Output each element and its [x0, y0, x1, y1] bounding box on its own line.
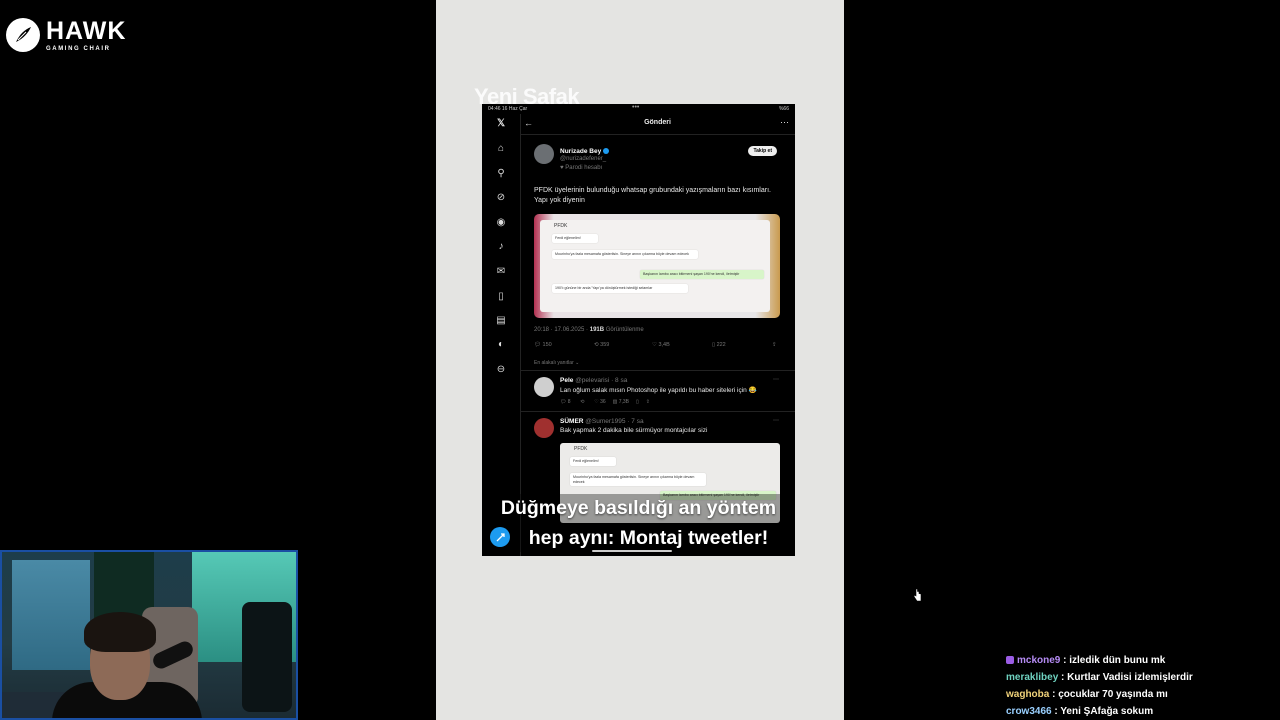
views-button[interactable]: ▥ 7,3B — [613, 399, 629, 405]
more-circle-icon[interactable]: ⊖ — [495, 364, 507, 376]
status-bar: 04:46 16 Haz Çar ••• %66 — [482, 104, 795, 114]
reply-actions: 💬︎ 8 ⟲ ♡ 36 ▥ 7,3B ▯ ⇪ — [560, 399, 760, 405]
author-handle[interactable]: @nurizadefener_ — [560, 156, 606, 162]
reply-button[interactable]: 💬︎ 8 — [560, 399, 571, 405]
profile-icon[interactable]: ◐ — [495, 339, 507, 351]
home-indicator — [592, 550, 672, 552]
list-icon[interactable]: ▤ — [495, 315, 507, 327]
mail-icon[interactable]: ✉ — [495, 266, 507, 278]
tweet-text: PFDK üyelerinin bulunduğu whatsap grubun… — [534, 187, 771, 204]
replies-sort[interactable]: En alakalı yanıtlar ⌄ — [534, 360, 579, 366]
chat-username[interactable]: waghoba — [1006, 689, 1049, 700]
chat-group-title: PFDK — [554, 223, 568, 229]
share-icon[interactable]: ⇪ — [646, 399, 650, 405]
webcam-feed — [0, 550, 298, 720]
hand-cursor-icon — [913, 588, 922, 602]
reply-text: Bak yapmak 2 dakika bile sürmüyor montaj… — [560, 427, 708, 434]
video-panel: Yeni Şafak 04:46 16 Haz Çar ••• %66 𝕏 ⌂ … — [436, 0, 844, 720]
like-button[interactable]: ♡ 36 — [594, 399, 605, 405]
chat-message: Ferdi eğlenelim! — [570, 457, 616, 466]
share-icon[interactable]: ⇪ — [772, 342, 777, 348]
reply-avatar[interactable] — [534, 377, 554, 397]
compose-icon[interactable] — [490, 527, 510, 547]
brand-subtitle: GAMING CHAIR — [46, 45, 111, 52]
search-icon[interactable]: ⚲ — [495, 168, 507, 180]
more-icon[interactable]: ⋯ — [773, 376, 779, 383]
post-header: ← Gönderi ⋯ — [520, 114, 795, 135]
status-dots: ••• — [632, 104, 640, 111]
retweet-button[interactable]: ⟲ — [580, 399, 584, 405]
chat-message: Ferdi eğlenelim! — [552, 234, 598, 243]
x-sidebar: 𝕏 ⌂ ⚲ ⊘ ◉ ♪ ✉ ▯ ▤ ◐ ⊖ — [482, 114, 521, 556]
bookmark-button[interactable]: ▯ — [636, 399, 639, 405]
subscriber-badge-icon — [1006, 656, 1014, 665]
chat-message: Mourinho'ya fazla mesamafa gösterilsin. … — [570, 473, 706, 486]
status-date: 16 Haz Çar — [501, 106, 528, 112]
chat-message: Mourinho'ya fazla mesamafa gösterilsin. … — [552, 250, 698, 259]
author-name[interactable]: Nurizade Bey — [560, 148, 610, 155]
chat-username[interactable]: mckone9 — [1017, 655, 1060, 666]
chat-message: Başkanın lambo aracı bitirmeni şaşan 190… — [640, 270, 764, 279]
tweet-screenshot: 04:46 16 Haz Çar ••• %66 𝕏 ⌂ ⚲ ⊘ ◉ ♪ ✉ ▯… — [482, 104, 795, 556]
chat-message: meraklibey : Kurtlar Vadisi izlemişlerdi… — [1006, 672, 1193, 683]
play-icon[interactable]: ◉ — [495, 217, 507, 229]
post-header-title: Gönderi — [644, 119, 671, 126]
chat-message: mckone9 : izledik dün bunu mk — [1006, 652, 1280, 669]
home-icon[interactable]: ⌂ — [495, 143, 507, 155]
chat-username[interactable]: meraklibey — [1006, 672, 1058, 683]
tweet-actions: 💬︎ 150 ⟲ 359 ♡ 3,4B ▯ 222 ⇪ — [534, 342, 780, 352]
chat-text: izledik dün bunu mk — [1069, 655, 1166, 666]
chat-message: crow3466 : Yeni ŞAfağa sokum — [1006, 706, 1154, 717]
reply-text: Lan oğlum salak mısın Photoshop ile yapı… — [560, 387, 757, 394]
x-logo-icon[interactable]: 𝕏 — [495, 118, 507, 130]
status-battery: %66 — [778, 106, 789, 112]
reply-button[interactable]: 💬︎ 150 — [534, 342, 552, 348]
post-detail: ← Gönderi ⋯ Nurizade Bey @nurizadefener_… — [520, 114, 795, 556]
whatsapp-screenshot: PFDK Ferdi eğlenelim! Mourinho'ya fazla … — [540, 220, 770, 312]
bell-icon[interactable]: ♪ — [495, 241, 507, 253]
bookmark-icon[interactable]: ▯ — [495, 291, 507, 303]
bookmark-button[interactable]: ▯ 222 — [712, 342, 726, 348]
chat-message: 190'lı gününe bir anda 'Yapı'ya dönüştür… — [552, 284, 688, 293]
more-icon[interactable]: ⋯ — [780, 117, 789, 128]
chat-group-title: PFDK — [574, 446, 588, 452]
hawk-feather-icon — [6, 18, 40, 52]
brand-logo: HAWK GAMING CHAIR — [6, 18, 126, 52]
chat-message: waghoba : çocuklar 70 yaşında mı — [1006, 689, 1168, 700]
chat-text: çocuklar 70 yaşında mı — [1058, 689, 1168, 700]
author-avatar[interactable] — [534, 144, 554, 164]
tweet-meta: 20:18 · 17.06.2025 · 191B Görüntülenme — [534, 327, 644, 333]
chat-text: Yeni ŞAfağa sokum — [1060, 706, 1154, 717]
reply-item[interactable]: Pele @pelevarisi · 8 sa Lan oğlum salak … — [520, 370, 795, 411]
status-time: 04:46 — [488, 106, 501, 112]
brand-name: HAWK — [46, 16, 127, 45]
grok-icon[interactable]: ⊘ — [495, 192, 507, 204]
reply-author[interactable]: SÜMER @Sumer1995 · 7 sa — [560, 418, 644, 425]
more-icon[interactable]: ⋯ — [773, 417, 779, 424]
live-chat: mckone9 : izledik dün bunu mk meraklibey … — [1006, 652, 1280, 720]
follow-button[interactable]: Takip et — [748, 146, 777, 156]
verified-icon — [603, 148, 610, 155]
subtitle-line-2: hep aynı: Montaj tweetler! — [528, 527, 769, 549]
reply-author[interactable]: Pele @pelevarisi · 8 sa — [560, 377, 627, 384]
webcam-background — [12, 560, 90, 670]
chat-username[interactable]: crow3466 — [1006, 706, 1052, 717]
reply-avatar[interactable] — [534, 418, 554, 438]
tweet-image[interactable]: PFDK Ferdi eğlenelim! Mourinho'ya fazla … — [534, 214, 780, 318]
like-button[interactable]: ♡ 3,4B — [652, 342, 670, 348]
subtitle-line-1: Düğmeye basıldığı an yöntem — [500, 497, 777, 519]
retweet-button[interactable]: ⟲ 359 — [594, 342, 609, 348]
chat-text: Kurtlar Vadisi izlemişlerdir — [1067, 672, 1193, 683]
parody-label: ♥ Parodi hesabı — [560, 165, 603, 171]
